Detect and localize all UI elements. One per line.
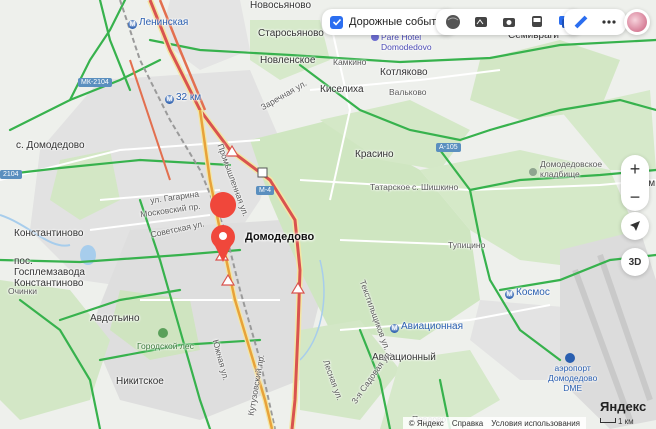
place-label[interactable]: М Космос: [505, 287, 550, 299]
place-label[interactable]: Никитское: [116, 376, 164, 387]
checkbox-checked-icon[interactable]: [330, 15, 343, 29]
place-label[interactable]: Городской лес: [137, 341, 194, 351]
zoom-control: + −: [621, 155, 649, 211]
place-label[interactable]: Старосьяново: [258, 28, 324, 39]
place-label[interactable]: Новленское: [260, 55, 315, 66]
place-label[interactable]: Очинки: [8, 286, 37, 296]
scale-bar: 1 км: [600, 417, 634, 426]
more-icon[interactable]: [598, 11, 620, 33]
yandex-logo[interactable]: Яндекс: [600, 399, 646, 414]
place-label[interactable]: Константиново: [14, 228, 83, 239]
zoom-out-button[interactable]: −: [621, 183, 649, 211]
3d-label: 3D: [628, 256, 642, 268]
place-label[interactable]: Авдотьино: [90, 313, 140, 324]
place-label[interactable]: Домодедовское кладбище: [540, 159, 602, 179]
place-label[interactable]: с. Домодедово: [16, 140, 85, 151]
place-label[interactable]: Новосьяново: [250, 0, 311, 11]
place-label[interactable]: с. Шишкино: [412, 182, 458, 192]
place-label[interactable]: Татарское: [370, 182, 410, 192]
bus-icon[interactable]: [526, 11, 548, 33]
tools-panel: [564, 9, 626, 35]
layers-panel: [436, 9, 582, 35]
traffic-events-label: Дорожные события: [349, 16, 449, 28]
place-label[interactable]: М Ленинская: [128, 17, 188, 29]
panorama-icon[interactable]: [470, 11, 492, 33]
help-link[interactable]: Справка: [452, 419, 483, 428]
globe-icon[interactable]: [442, 11, 464, 33]
3d-button[interactable]: 3D: [621, 248, 649, 276]
road-shield: А-105: [436, 143, 461, 152]
my-location-button[interactable]: [621, 212, 649, 240]
navigation-arrow-icon: [630, 221, 640, 231]
selected-place-label[interactable]: Домодедово: [245, 231, 314, 243]
place-label[interactable]: пос. Госплемзавода Константиново: [14, 256, 85, 289]
place-label[interactable]: Котляково: [380, 67, 428, 78]
place-label[interactable]: Красино: [355, 149, 394, 160]
place-label[interactable]: М Авиационная: [390, 321, 463, 333]
road-shield: МК-2104: [78, 78, 112, 87]
terms-link[interactable]: Условия использования: [491, 419, 580, 428]
place-label[interactable]: Тупицино: [448, 240, 485, 250]
zoom-in-button[interactable]: +: [621, 155, 649, 183]
copyright-text[interactable]: © Яндекс: [409, 419, 444, 428]
place-label[interactable]: Pare Hotel Domodedovo: [381, 32, 432, 52]
place-label[interactable]: аэропорт Домодедово DME: [548, 363, 597, 393]
camera-icon[interactable]: [498, 11, 520, 33]
user-avatar[interactable]: [624, 9, 650, 35]
place-label[interactable]: Камкино: [333, 57, 366, 67]
place-label[interactable]: Вальково: [389, 87, 426, 97]
ruler-icon[interactable]: [570, 11, 592, 33]
place-label[interactable]: М 32 км: [165, 92, 201, 104]
road-shield: М-4: [256, 186, 275, 195]
road-shield: 2104: [0, 170, 22, 179]
map-footer: © Яндекс Справка Условия использования: [402, 417, 586, 429]
place-label[interactable]: Киселиха: [320, 84, 364, 95]
